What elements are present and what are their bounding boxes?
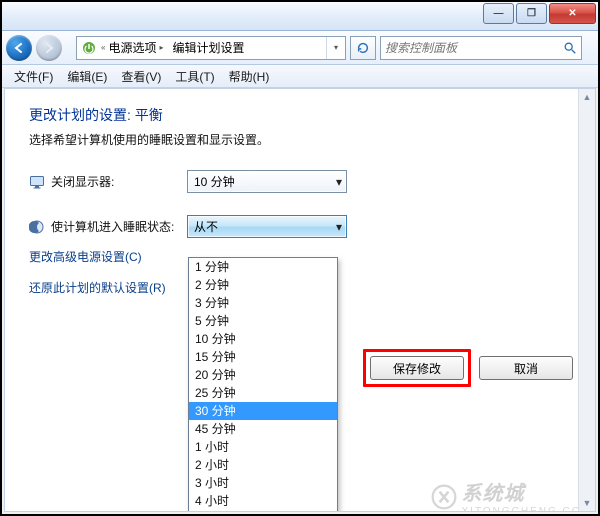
forward-button[interactable] bbox=[36, 35, 62, 61]
close-icon: ✕ bbox=[568, 8, 576, 19]
sleep-combo[interactable]: 从不 ▾ bbox=[187, 215, 347, 238]
close-button[interactable]: ✕ bbox=[549, 3, 596, 24]
dropdown-option[interactable]: 20 分钟 bbox=[189, 366, 337, 384]
menu-view[interactable]: 查看(V) bbox=[115, 66, 167, 87]
watermark-brand: 系统城 bbox=[462, 483, 525, 505]
content-pane: ▲ ▼ 更改计划的设置: 平衡 选择希望计算机使用的睡眠设置和显示设置。 关闭显… bbox=[4, 88, 596, 512]
row-display-off: 关闭显示器: 10 分钟 ▾ bbox=[29, 170, 571, 193]
menu-tools[interactable]: 工具(T) bbox=[169, 66, 220, 87]
moon-icon bbox=[29, 219, 45, 235]
sleep-value: 从不 bbox=[194, 218, 218, 235]
dropdown-option[interactable]: 25 分钟 bbox=[189, 384, 337, 402]
page-subtitle: 选择希望计算机使用的睡眠设置和显示设置。 bbox=[29, 131, 571, 148]
nav-row: « 电源选项 ▸ 编辑计划设置 ▾ bbox=[2, 31, 598, 65]
search-input[interactable] bbox=[381, 41, 559, 55]
minimize-icon: — bbox=[494, 8, 504, 19]
chevron-down-icon: ▾ bbox=[336, 175, 342, 189]
search-box[interactable] bbox=[380, 36, 582, 60]
highlight-box: 保存修改 bbox=[363, 349, 471, 387]
sleep-dropdown-list[interactable]: 1 分钟2 分钟3 分钟5 分钟10 分钟15 分钟20 分钟25 分钟30 分… bbox=[188, 257, 338, 512]
dropdown-option[interactable]: 4 小时 bbox=[189, 492, 337, 510]
search-icon[interactable] bbox=[559, 41, 581, 55]
breadcrumb-label: 电源选项 bbox=[108, 39, 156, 56]
save-button[interactable]: 保存修改 bbox=[370, 356, 464, 380]
display-off-label: 关闭显示器: bbox=[51, 173, 187, 190]
sleep-label: 使计算机进入睡眠状态: bbox=[51, 218, 187, 235]
power-options-icon bbox=[80, 39, 98, 57]
refresh-button[interactable] bbox=[350, 36, 376, 60]
window-frame: — ❐ ✕ « 电源选项 ▸ 编辑计划设置 ▾ bbox=[0, 0, 600, 516]
forward-arrow-icon bbox=[44, 43, 54, 53]
maximize-button[interactable]: ❐ bbox=[516, 3, 547, 24]
page-title: 更改计划的设置: 平衡 bbox=[29, 105, 571, 125]
dropdown-option[interactable]: 3 分钟 bbox=[189, 294, 337, 312]
menu-edit[interactable]: 编辑(E) bbox=[61, 66, 113, 87]
display-off-combo[interactable]: 10 分钟 ▾ bbox=[187, 170, 347, 193]
save-button-label: 保存修改 bbox=[393, 360, 441, 377]
watermark: 系统城 XITONGCHENG.CC bbox=[430, 477, 582, 512]
dropdown-option[interactable]: 3 小时 bbox=[189, 474, 337, 492]
breadcrumb-item-edit-plan[interactable]: 编辑计划设置 bbox=[169, 37, 250, 59]
maximize-icon: ❐ bbox=[527, 8, 536, 19]
display-off-value: 10 分钟 bbox=[194, 173, 235, 190]
address-dropdown-button[interactable]: ▾ bbox=[326, 37, 345, 59]
menu-bar: 文件(F) 编辑(E) 查看(V) 工具(T) 帮助(H) bbox=[2, 65, 598, 88]
dropdown-option[interactable]: 2 小时 bbox=[189, 456, 337, 474]
menu-help[interactable]: 帮助(H) bbox=[223, 66, 276, 87]
chevron-down-icon: ▾ bbox=[334, 43, 338, 52]
address-bar[interactable]: « 电源选项 ▸ 编辑计划设置 ▾ bbox=[76, 36, 346, 60]
chevron-down-icon: ▾ bbox=[336, 220, 342, 234]
breadcrumb-item-power-options[interactable]: 电源选项 ▸ bbox=[105, 37, 169, 59]
dropdown-option[interactable]: 10 分钟 bbox=[189, 330, 337, 348]
chevron-right-icon: ▸ bbox=[159, 43, 163, 52]
titlebar: — ❐ ✕ bbox=[2, 2, 598, 31]
dropdown-option[interactable]: 1 分钟 bbox=[189, 258, 337, 276]
minimize-button[interactable]: — bbox=[483, 3, 514, 24]
dropdown-option[interactable]: 45 分钟 bbox=[189, 420, 337, 438]
dropdown-option[interactable]: 5 分钟 bbox=[189, 312, 337, 330]
cancel-button[interactable]: 取消 bbox=[479, 356, 573, 380]
watermark-domain: XITONGCHENG.CC bbox=[462, 506, 582, 512]
breadcrumb-label: 编辑计划设置 bbox=[172, 39, 244, 56]
back-button[interactable] bbox=[6, 35, 32, 61]
menu-file[interactable]: 文件(F) bbox=[8, 66, 59, 87]
refresh-icon bbox=[356, 41, 370, 55]
dropdown-option[interactable]: 30 分钟 bbox=[189, 402, 337, 420]
dropdown-option[interactable]: 5 小时 bbox=[189, 510, 337, 512]
watermark-logo-icon bbox=[430, 483, 458, 511]
monitor-icon bbox=[29, 174, 45, 190]
dropdown-option[interactable]: 15 分钟 bbox=[189, 348, 337, 366]
dropdown-option[interactable]: 2 分钟 bbox=[189, 276, 337, 294]
dropdown-option[interactable]: 1 小时 bbox=[189, 438, 337, 456]
back-arrow-icon bbox=[14, 43, 24, 53]
button-row: 保存修改 取消 bbox=[363, 349, 573, 387]
window-controls: — ❐ ✕ bbox=[481, 3, 596, 24]
cancel-button-label: 取消 bbox=[514, 360, 538, 377]
row-sleep: 使计算机进入睡眠状态: 从不 ▾ bbox=[29, 215, 571, 238]
